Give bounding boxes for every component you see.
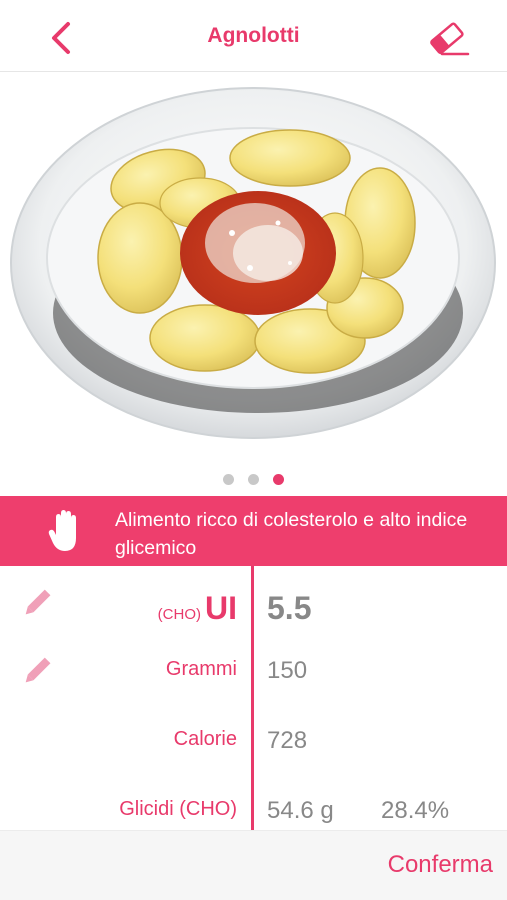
page-dot[interactable] (248, 474, 259, 485)
row-calories: Calorie 728 (0, 714, 507, 774)
page-dot[interactable] (223, 474, 234, 485)
agnolotti-plate-image (10, 87, 496, 439)
nav-bar: Agnolotti (0, 0, 507, 72)
page-title: Agnolotti (207, 23, 300, 47)
ui-label-text: UI (205, 590, 237, 626)
pencil-icon[interactable] (20, 586, 54, 620)
ui-value[interactable]: 5.5 (267, 590, 311, 627)
calories-label: Calorie (173, 728, 237, 750)
grams-label: Grammi (165, 658, 237, 680)
ui-cho-prefix: (CHO) (157, 606, 201, 623)
page-dot-active[interactable] (273, 474, 284, 485)
carousel-page-indicator[interactable] (0, 474, 507, 488)
back-button[interactable] (40, 20, 80, 56)
nutrition-table: (CHO) UI 5.5 Grammi 150 Calorie 728 Glici… (0, 566, 507, 830)
row-grams: Grammi 150 (0, 644, 507, 704)
eraser-icon (430, 22, 470, 56)
hand-stop-icon (48, 510, 76, 551)
chevron-left-icon (52, 22, 70, 54)
carbs-label: Glicidi (CHO) (119, 798, 237, 820)
eraser-button[interactable] (424, 18, 472, 58)
calories-value: 728 (267, 727, 308, 754)
carbs-value: 54.6 g (267, 797, 334, 824)
row-ui: (CHO) UI 5.5 (0, 574, 507, 634)
pencil-icon[interactable] (20, 654, 54, 688)
bottom-bar: Conferma (0, 830, 507, 900)
warning-text: Alimento ricco di colesterolo e alto ind… (115, 509, 468, 559)
grams-value[interactable]: 150 (267, 657, 307, 685)
food-warning-banner: Alimento ricco di colesterolo e alto ind… (0, 496, 507, 566)
carbs-percent: 28.4% (381, 797, 450, 824)
confirm-button[interactable]: Conferma (388, 851, 493, 879)
food-photo[interactable] (0, 73, 507, 468)
ui-label: (CHO) UI (158, 590, 237, 627)
